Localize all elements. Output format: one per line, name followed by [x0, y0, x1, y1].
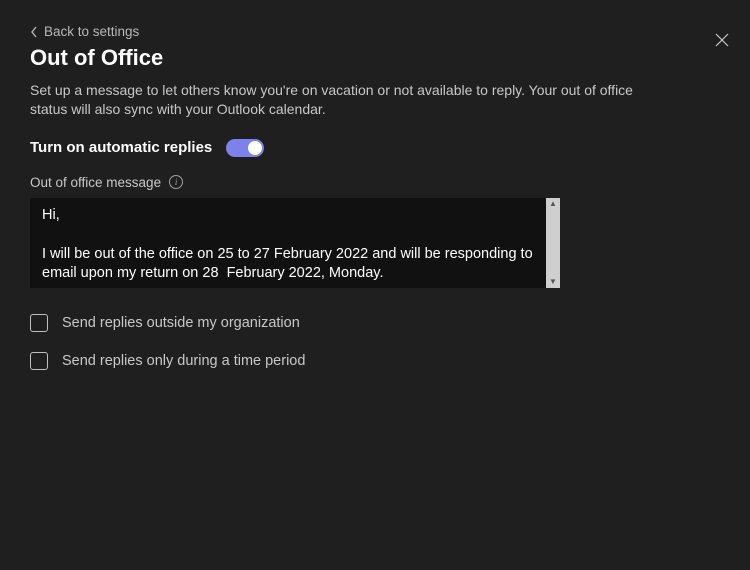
outside-org-checkbox[interactable] [30, 314, 48, 332]
message-label-row: Out of office message i [30, 175, 720, 190]
out-of-office-panel: Back to settings Out of Office Set up a … [0, 0, 750, 570]
message-textarea[interactable]: Hi, I will be out of the office on 25 to… [30, 198, 546, 288]
time-period-row: Send replies only during a time period [30, 352, 720, 370]
scroll-up-icon: ▲ [546, 198, 560, 210]
info-icon[interactable]: i [169, 175, 183, 189]
chevron-left-icon [30, 26, 38, 38]
outside-org-row: Send replies outside my organization [30, 314, 720, 332]
message-textarea-wrap: Hi, I will be out of the office on 25 to… [30, 198, 560, 288]
time-period-checkbox[interactable] [30, 352, 48, 370]
scroll-down-icon: ▼ [546, 276, 560, 288]
outside-org-label: Send replies outside my organization [62, 315, 300, 331]
back-link-label: Back to settings [44, 24, 139, 39]
page-title: Out of Office [30, 45, 720, 71]
message-label: Out of office message [30, 175, 161, 190]
auto-replies-row: Turn on automatic replies [30, 139, 720, 157]
auto-replies-toggle[interactable] [226, 139, 264, 157]
time-period-label: Send replies only during a time period [62, 353, 305, 369]
back-to-settings-link[interactable]: Back to settings [30, 24, 139, 39]
textarea-scrollbar[interactable]: ▲ ▼ [546, 198, 560, 288]
auto-replies-label: Turn on automatic replies [30, 139, 212, 156]
close-button[interactable] [706, 24, 738, 56]
close-icon [715, 33, 729, 47]
page-description: Set up a message to let others know you'… [30, 81, 670, 119]
